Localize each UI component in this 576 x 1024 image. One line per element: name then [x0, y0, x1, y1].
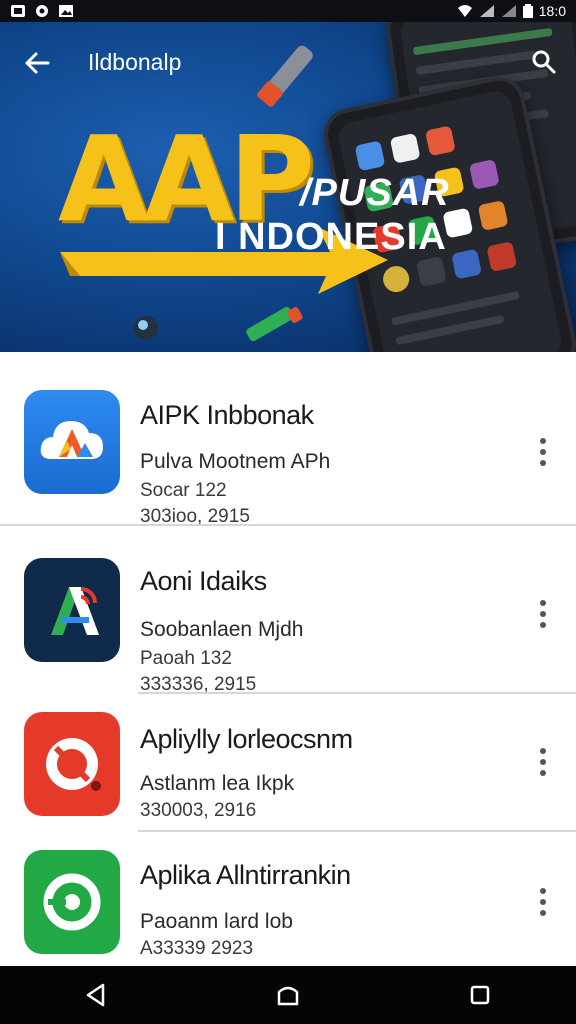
app-name: Aoni Idaiks: [140, 566, 267, 596]
recents-square-icon: [470, 985, 490, 1005]
signal-icon: [501, 5, 516, 17]
app-category: Paoah 132: [140, 648, 232, 669]
status-time: 18:0: [538, 3, 566, 19]
green-ring-icon: [24, 850, 120, 954]
status-bar: 18:0: [0, 0, 576, 22]
status-left: [10, 4, 74, 18]
image-notification-icon: [59, 5, 73, 17]
nav-recents-button[interactable]: [450, 966, 510, 1024]
banner-tagline-line1: /PUSAR: [300, 172, 450, 214]
status-right: 18:0: [457, 3, 566, 19]
a-signal-icon: [24, 558, 120, 662]
arrow-left-icon: [25, 52, 50, 74]
app-name: AIPK Inbbonak: [140, 400, 314, 430]
more-options-button[interactable]: [528, 432, 558, 472]
app-description: Paoanm lard lob: [140, 910, 293, 933]
page-title: Ildbonalp: [88, 49, 182, 75]
search-button[interactable]: [526, 44, 562, 80]
nav-home-button[interactable]: [258, 966, 318, 1024]
divider: [138, 692, 576, 694]
nav-back-button[interactable]: [66, 966, 126, 1024]
app-description: Pulva Mootnem APh: [140, 450, 331, 473]
more-options-button[interactable]: [528, 742, 558, 782]
more-options-button[interactable]: [528, 594, 558, 634]
app-description: Soobanlaen Mjdh: [140, 618, 304, 641]
app-list: AIPK Inbbonak Pulva Mootnem APh Socar 12…: [0, 352, 576, 966]
divider: [0, 524, 576, 526]
list-item[interactable]: Apliylly lorleocsnm Astlanm lea Ikpk 330…: [0, 702, 576, 862]
app-name: Apliylly lorleocsnm: [140, 724, 353, 754]
list-item[interactable]: Aoni Idaiks Soobanlaen Mjdh Paoah 132 33…: [0, 542, 576, 702]
signal-icon: [479, 5, 494, 17]
divider: [138, 830, 576, 832]
search-icon: [532, 50, 556, 74]
app-meta: 330003, 2916: [140, 800, 257, 821]
back-button[interactable]: [18, 44, 56, 82]
home-icon: [277, 986, 299, 1006]
app-notification-icon: [11, 5, 25, 17]
red-ring-icon: [24, 712, 120, 816]
cloud-a-icon: [24, 390, 120, 494]
list-item[interactable]: AIPK Inbbonak Pulva Mootnem APh Socar 12…: [0, 374, 576, 534]
more-options-button[interactable]: [528, 882, 558, 922]
app-category: Socar 122: [140, 480, 227, 501]
battery-icon: [522, 4, 533, 18]
hero-banner: AAP /PUSAR I NDONESIA Ildbonalp: [0, 22, 576, 352]
wifi-icon: [457, 5, 472, 17]
settings-notification-icon: [36, 5, 48, 17]
app-description: Astlanm lea Ikpk: [140, 772, 295, 795]
app-meta: A33339 2923: [140, 938, 254, 959]
app-name: Aplika Allntirrankin: [140, 860, 351, 890]
navigation-bar: [0, 966, 576, 1024]
back-triangle-icon: [86, 983, 105, 1007]
banner-tagline-line2: I NDONESIA: [215, 216, 447, 258]
